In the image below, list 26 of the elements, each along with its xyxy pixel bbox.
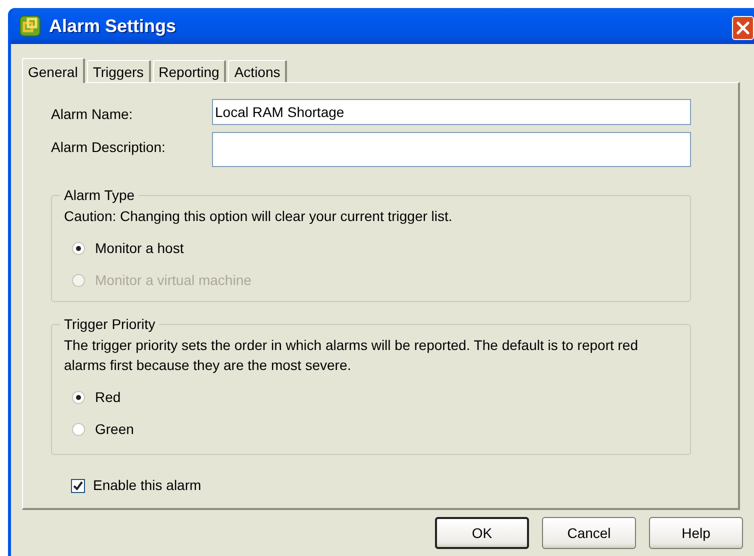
field-label: Alarm Name: [51, 105, 134, 124]
radio-button[interactable] [72, 242, 85, 254]
group-description: The trigger priority sets the order in which alarms will be reported. The default is to report red alarms first because they are the most severe. [64, 336, 639, 375]
group-description: Caution: Changing this option will clear your current trigger list. [64, 207, 454, 226]
tab[interactable]: Actions [228, 60, 288, 82]
radio-label: Monitor a host [95, 238, 184, 258]
enable-label: Enable this alarm [93, 476, 202, 495]
dialog-button[interactable]: Cancel [542, 517, 636, 549]
dialog-button[interactable]: Help [649, 517, 743, 549]
app-icon [19, 15, 41, 37]
radio-label: Red [95, 388, 121, 406]
close-button[interactable] [732, 16, 754, 40]
radio-button[interactable] [72, 390, 85, 404]
tab[interactable]: General [22, 58, 85, 83]
radio-label: Green [95, 420, 134, 438]
tab[interactable]: Triggers [86, 60, 151, 82]
tab[interactable]: Reporting [152, 60, 226, 82]
enable-checkbox[interactable] [71, 478, 85, 492]
radio-label: Monitor a virtual machine [95, 270, 252, 290]
radio-button[interactable] [72, 422, 85, 436]
dialog-button[interactable]: OK [435, 517, 529, 549]
text-field[interactable]: Local RAM Shortage [212, 99, 691, 125]
window-title: Alarm Settings [49, 14, 176, 38]
text-area[interactable] [212, 132, 691, 167]
close-icon [736, 21, 750, 35]
field-label: Alarm Description: [51, 138, 166, 157]
